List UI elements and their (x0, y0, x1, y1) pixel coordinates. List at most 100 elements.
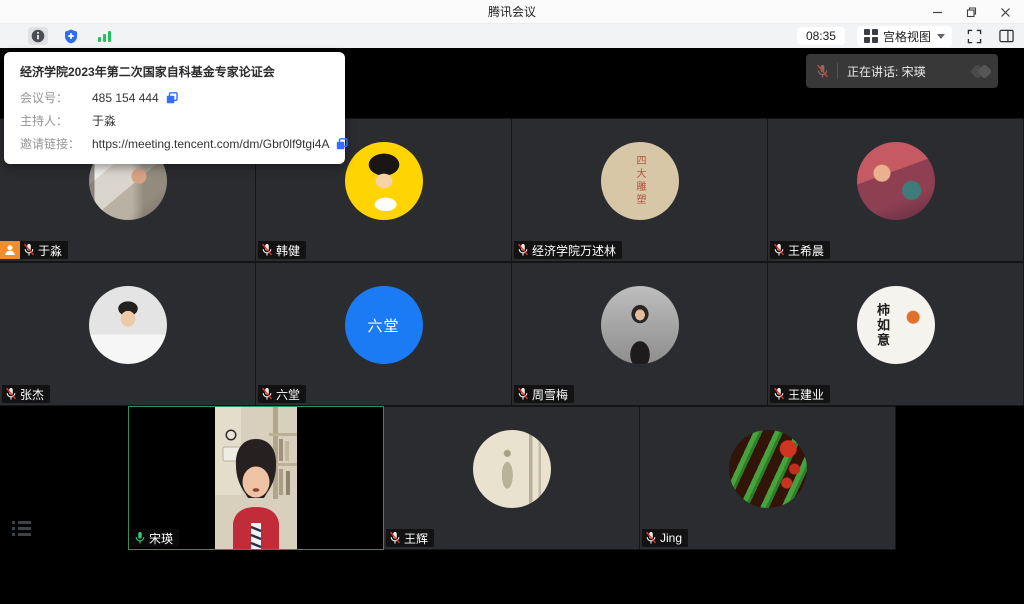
participant-label: 周雪梅 (514, 385, 574, 403)
view-mode-button[interactable]: 宫格视图 (857, 26, 952, 47)
participant-label: 六堂 (258, 385, 306, 403)
invite-link-label: 邀请链接： (20, 135, 92, 152)
mic-muted-icon (816, 64, 829, 79)
participant-label: Jing (642, 529, 688, 547)
participant-tile[interactable]: 张杰 (0, 262, 256, 406)
participant-name: 韩健 (276, 242, 300, 259)
participant-label: 张杰 (2, 385, 50, 403)
copy-invite-link-button[interactable] (336, 138, 348, 150)
participant-name: 宋瑛 (149, 530, 173, 547)
info-icon (31, 29, 45, 43)
grid-view-icon (864, 29, 878, 43)
avatar: 柿如意 (857, 286, 935, 364)
mic-muted-icon (5, 387, 17, 401)
speaking-label: 正在讲话: 宋瑛 (847, 63, 972, 80)
participant-tile[interactable]: 王希晨 (768, 118, 1024, 262)
participant-name: 经济学院万述林 (532, 242, 616, 259)
participant-tile[interactable]: 六堂 六堂 (256, 262, 512, 406)
avatar (345, 142, 423, 220)
participant-label: 王辉 (386, 529, 434, 547)
restore-icon (966, 7, 977, 18)
meeting-logo-icon (972, 66, 990, 77)
close-button[interactable] (992, 2, 1018, 22)
host-value: 于淼 (92, 112, 116, 129)
avatar-text: 六堂 (367, 315, 399, 336)
window-controls (924, 0, 1018, 24)
toolbar-left (28, 27, 114, 45)
meeting-info-popup: 经济学院2023年第二次国家自科基金专家论证会 会议号： 485 154 444… (4, 52, 345, 164)
titlebar: 腾讯会议 (0, 0, 1024, 24)
participant-label: 经济学院万述林 (514, 241, 622, 259)
invite-link-row: 邀请链接： https://meeting.tencent.com/dm/Gbr… (20, 135, 329, 152)
mic-muted-icon (773, 243, 785, 257)
participant-name: 王希晨 (788, 242, 824, 259)
window-title: 腾讯会议 (0, 0, 1024, 24)
participant-tile[interactable]: 柿如意 王建业 (768, 262, 1024, 406)
avatar: 六堂 (345, 286, 423, 364)
member-list-button[interactable] (12, 521, 31, 536)
invite-link-value: https://meeting.tencent.com/dm/Gbr0lf9tg… (92, 137, 329, 151)
shield-icon (64, 29, 78, 44)
mic-muted-icon (517, 387, 529, 401)
list-icon (12, 521, 31, 524)
host-label: 主持人： (20, 112, 92, 129)
avatar (857, 142, 935, 220)
participant-tile[interactable]: 周雪梅 (512, 262, 768, 406)
participant-name: 王建业 (788, 386, 824, 403)
chevron-down-icon (937, 34, 945, 39)
mic-muted-icon (23, 243, 35, 257)
copy-icon (166, 92, 178, 104)
participant-tile[interactable]: 四大雕塑 经济学院万述林 (512, 118, 768, 262)
network-status-button[interactable] (94, 27, 114, 45)
meeting-info-button[interactable] (28, 27, 48, 45)
avatar-text: 柿如意 (873, 303, 892, 348)
clock: 08:35 (797, 27, 845, 45)
mic-muted-icon (261, 243, 273, 257)
mic-muted-icon (389, 531, 401, 545)
meeting-id-value: 485 154 444 (92, 91, 159, 105)
participant-name: 于淼 (38, 242, 62, 259)
active-speaker-banner: 正在讲话: 宋瑛 (806, 54, 998, 88)
mic-active-icon (134, 531, 146, 545)
divider (837, 63, 838, 79)
copy-icon (336, 138, 348, 150)
participant-label: 于淼 (20, 241, 68, 259)
avatar-text: 四大雕塑 (632, 155, 647, 207)
meeting-window: 腾讯会议 08:35 (0, 0, 1024, 604)
host-badge (0, 241, 20, 259)
fullscreen-button[interactable] (964, 27, 984, 45)
mic-muted-icon (773, 387, 785, 401)
participant-name: 张杰 (20, 386, 44, 403)
minimize-icon (932, 7, 943, 18)
side-panel-button[interactable] (996, 27, 1016, 45)
security-button[interactable] (61, 27, 81, 45)
side-panel-icon (999, 29, 1014, 43)
mic-muted-icon (645, 531, 657, 545)
participant-label: 韩健 (258, 241, 306, 259)
participant-name: 周雪梅 (532, 386, 568, 403)
mic-muted-icon (517, 243, 529, 257)
participant-label: 宋瑛 (131, 529, 179, 547)
meeting-id-label: 会议号： (20, 89, 92, 106)
mic-muted-icon (261, 387, 273, 401)
toolbar-right: 08:35 宫格视图 (797, 26, 1016, 47)
participant-label: 王希晨 (770, 241, 830, 259)
fullscreen-icon (967, 29, 982, 44)
minimize-button[interactable] (924, 2, 950, 22)
host-row: 主持人： 于淼 (20, 112, 329, 129)
toolbar: 08:35 宫格视图 (0, 24, 1024, 48)
close-icon (1000, 7, 1011, 18)
participant-name: 王辉 (404, 530, 428, 547)
avatar (89, 286, 167, 364)
participant-tile[interactable]: 宋瑛 (128, 406, 384, 550)
copy-meeting-id-button[interactable] (166, 92, 178, 104)
participant-tile[interactable]: Jing (640, 406, 896, 550)
network-signal-icon (97, 29, 112, 43)
meeting-title: 经济学院2023年第二次国家自科基金专家论证会 (20, 63, 329, 80)
host-person-icon (4, 244, 16, 256)
avatar: 四大雕塑 (601, 142, 679, 220)
restore-button[interactable] (958, 2, 984, 22)
participant-grid: 于淼 韩健 四大雕塑 经济学院万述林 王希晨 张杰 六堂 六堂 周雪梅 柿如意 王建业 (0, 118, 1024, 550)
avatar (729, 430, 807, 508)
participant-tile[interactable]: 王辉 (384, 406, 640, 550)
